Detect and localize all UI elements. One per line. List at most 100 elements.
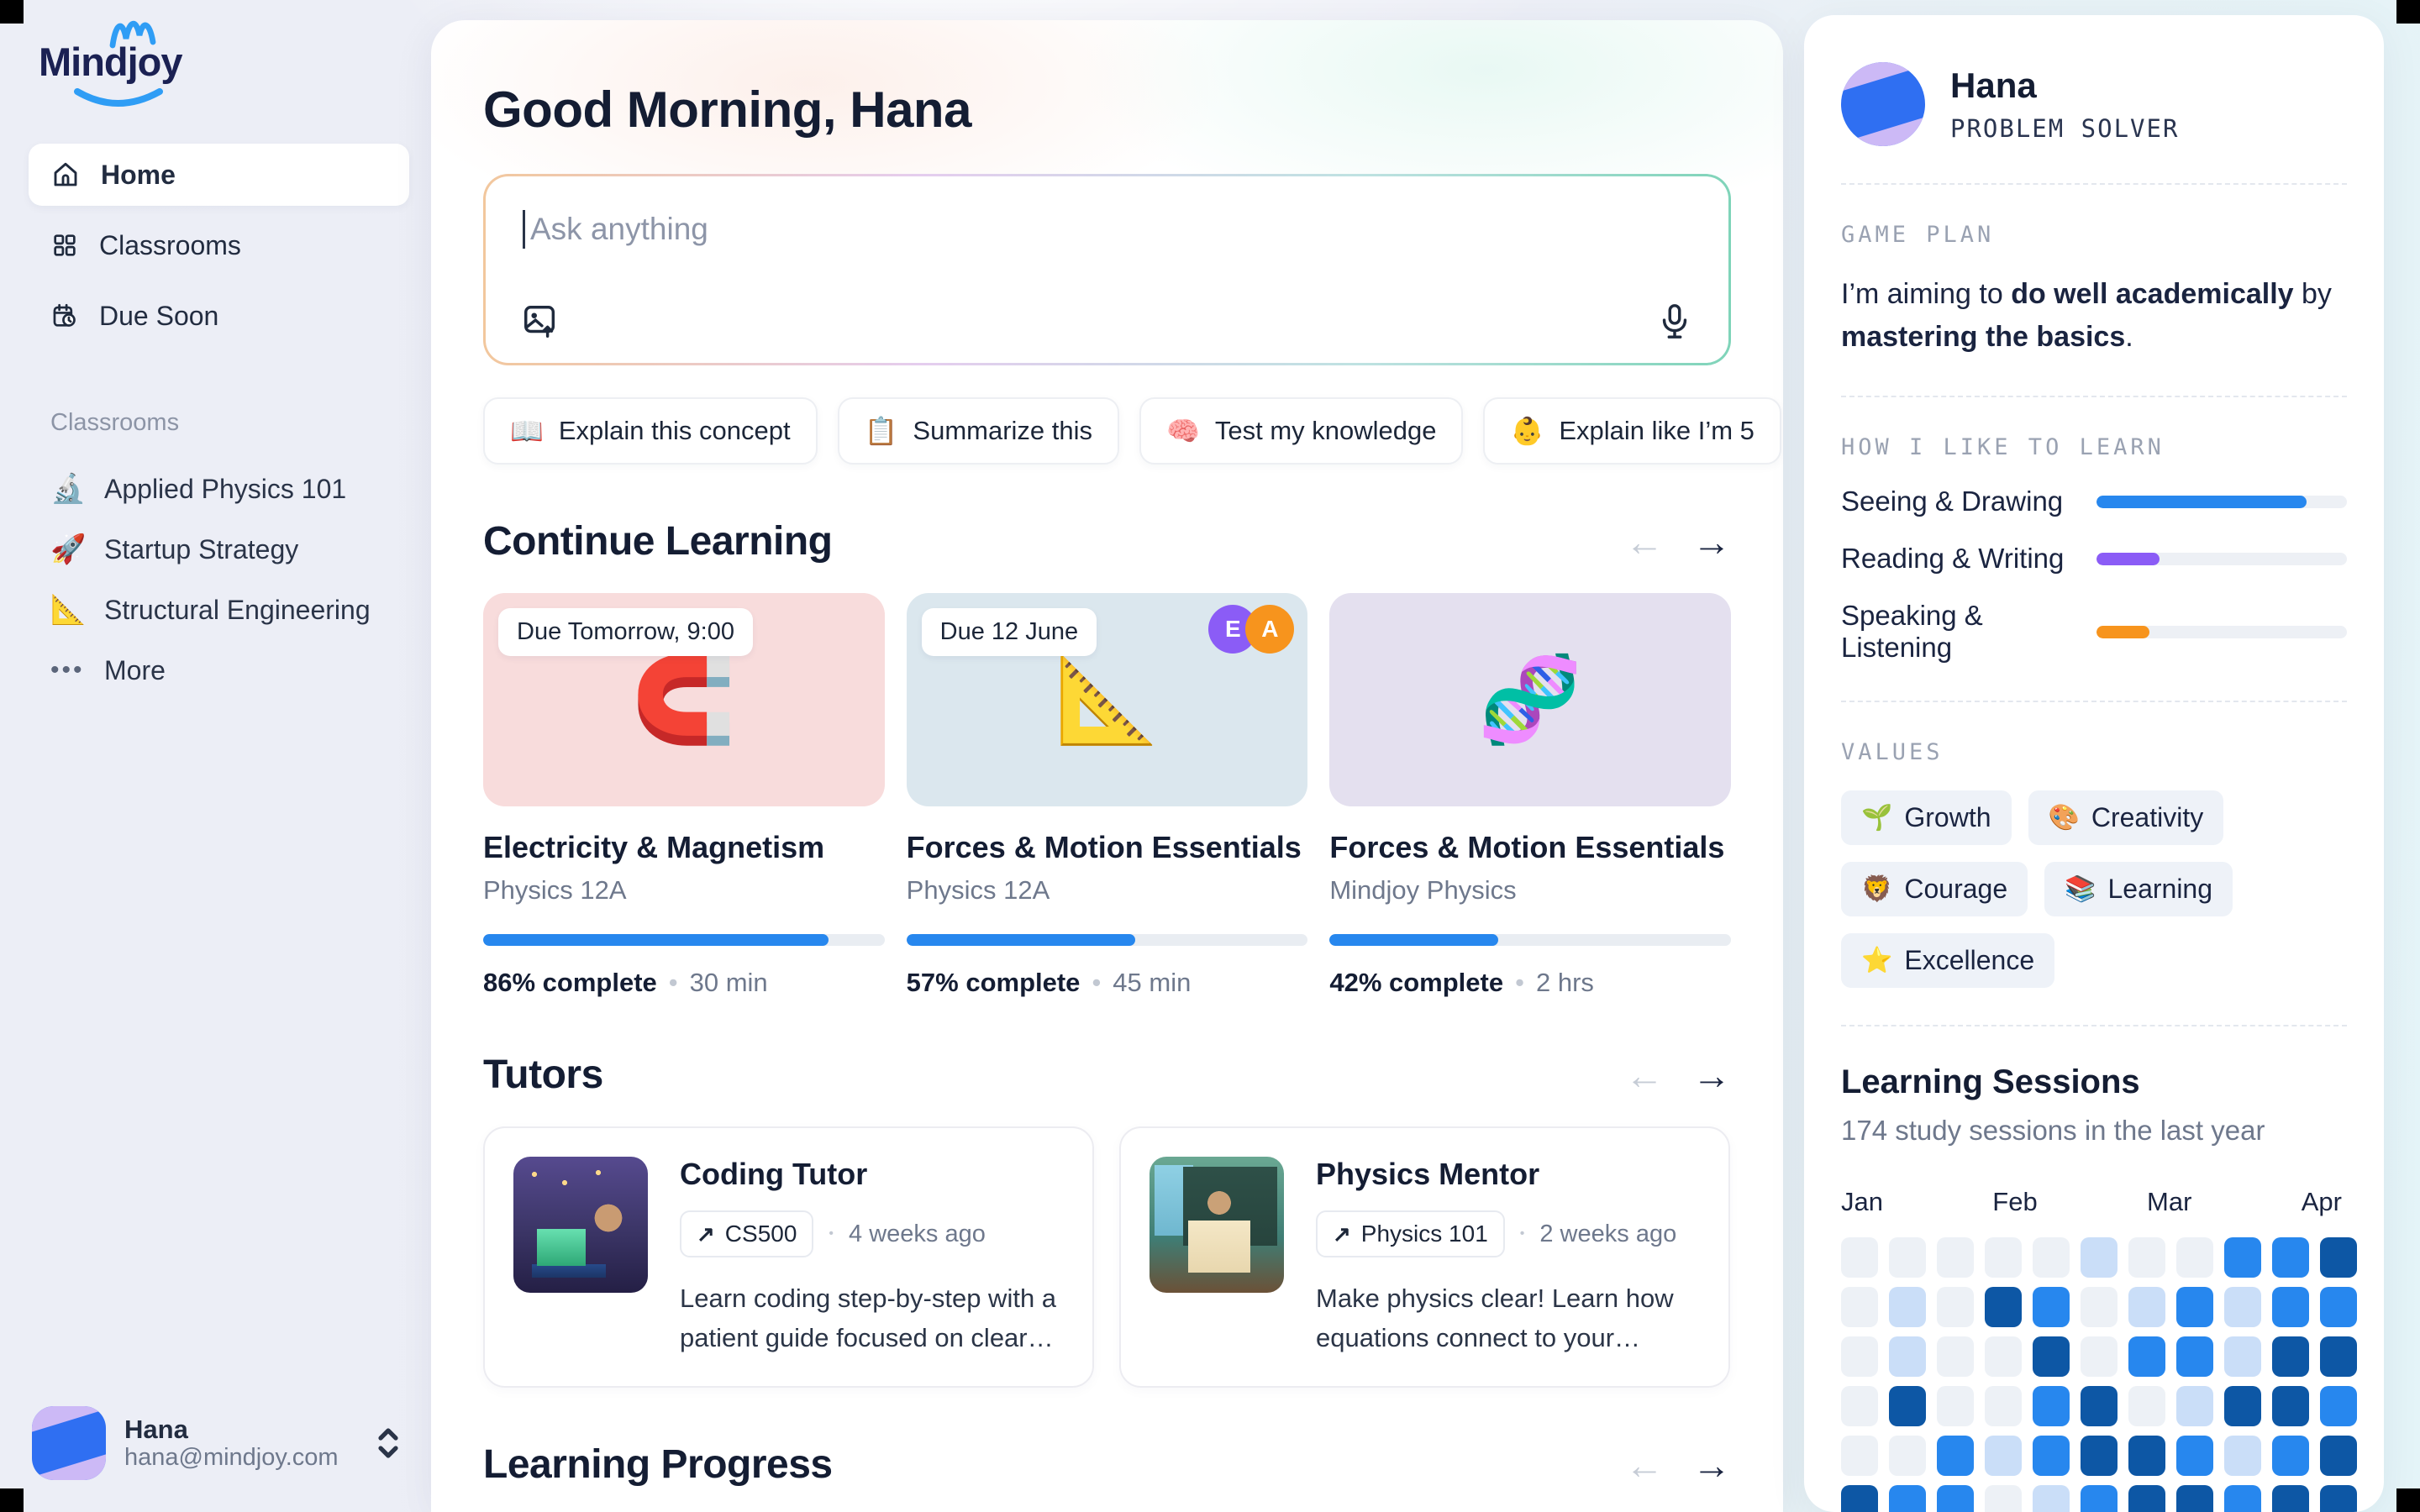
- heatmap-cell: [2081, 1237, 2118, 1278]
- quick-action-chip[interactable]: 🧠Test my knowledge: [1139, 397, 1463, 465]
- continue-learning-card[interactable]: 🧬Forces & Motion EssentialsMindjoy Physi…: [1329, 593, 1731, 998]
- classroom-label: Startup Strategy: [104, 534, 298, 565]
- voice-input-button[interactable]: [1656, 302, 1693, 341]
- quick-action-emoji-icon: 📖: [510, 415, 544, 447]
- heatmap-cell: [1889, 1336, 1926, 1377]
- heatmap-cell: [2320, 1386, 2357, 1426]
- grid-icon: [50, 231, 79, 260]
- lesson-emoji-icon: 🧲: [632, 651, 737, 749]
- heatmap-cell: [2272, 1386, 2309, 1426]
- heatmap-cell: [1841, 1237, 1878, 1278]
- sidebar-item-home[interactable]: Home: [29, 144, 409, 206]
- value-chips: 🌱Growth🎨Creativity🦁Courage📚Learning⭐Exce…: [1841, 790, 2347, 988]
- dot-separator: •: [1092, 968, 1101, 998]
- values-label: VALUES: [1841, 739, 2347, 765]
- screen-corner-artifact: [0, 0, 24, 24]
- tutor-card-body: Coding Tutor↗CS500•4 weeks agoLearn codi…: [680, 1157, 1064, 1357]
- ask-anything-input[interactable]: Ask anything: [483, 174, 1731, 365]
- more-label: More: [104, 655, 166, 686]
- screen-corner-artifact: [0, 1488, 24, 1512]
- heatmap-cell: [1841, 1287, 1878, 1327]
- value-emoji-icon: 🌱: [1861, 803, 1892, 832]
- lesson-artwork: Due Tomorrow, 9:00🧲: [483, 593, 885, 806]
- value-emoji-icon: 🦁: [1861, 874, 1892, 904]
- participant-avatar: A: [1245, 605, 1294, 654]
- continue-learning-header: Continue Learning ← →: [483, 518, 1731, 564]
- user-email: hana@mindjoy.com: [124, 1444, 355, 1472]
- heatmap-cell: [1889, 1386, 1926, 1426]
- tutor-meta: ↗CS500•4 weeks ago: [680, 1210, 1064, 1257]
- learning-progress-title: Learning Progress: [483, 1441, 833, 1488]
- classrooms-section-label: Classrooms: [50, 409, 409, 437]
- sidebar-item-classroom[interactable]: 📐Structural Engineering: [29, 580, 409, 640]
- month-label: Apr: [2302, 1187, 2342, 1217]
- scroll-right-button[interactable]: →: [1692, 1446, 1731, 1484]
- calendar-clock-icon: [50, 302, 79, 330]
- heatmap-cell: [1985, 1386, 2022, 1426]
- learn-style-bar-fill: [2096, 496, 2307, 508]
- course-tag-button[interactable]: ↗Physics 101: [1316, 1210, 1505, 1257]
- heatmap-cell: [2272, 1336, 2309, 1377]
- value-chip: ⭐Excellence: [1841, 933, 2054, 988]
- tutor-card[interactable]: Coding Tutor↗CS500•4 weeks agoLearn codi…: [483, 1126, 1094, 1388]
- user-account-switcher[interactable]: Hana hana@mindjoy.com: [22, 1398, 413, 1488]
- scroll-right-button[interactable]: →: [1692, 522, 1731, 561]
- chevron-up-down-icon: [374, 1425, 402, 1462]
- heatmap-cell: [2081, 1386, 2118, 1426]
- scroll-right-button[interactable]: →: [1692, 1056, 1731, 1095]
- learn-style-bar-fill: [2096, 626, 2149, 638]
- logo-smile-icon: [72, 88, 165, 110]
- course-tag-button[interactable]: ↗CS500: [680, 1210, 813, 1257]
- continue-learning-card[interactable]: Due 12 JuneEA📐Forces & Motion Essentials…: [907, 593, 1308, 998]
- text-caret: [523, 210, 525, 249]
- heatmap-cell: [1889, 1436, 1926, 1476]
- tutor-description: Make physics clear! Learn how equations …: [1316, 1279, 1700, 1357]
- dot-separator: •: [1515, 968, 1524, 998]
- sidebar-item-classroom[interactable]: 🔬Applied Physics 101: [29, 459, 409, 519]
- tutor-card-body: Physics Mentor↗Physics 101•2 weeks agoMa…: [1316, 1157, 1700, 1357]
- sidebar-item-more[interactable]: ••• More: [29, 640, 409, 701]
- quick-action-chip[interactable]: 👶Explain like I’m 5: [1483, 397, 1781, 465]
- classroom-emoji-icon: 🚀: [50, 533, 82, 566]
- heatmap-cell: [1937, 1287, 1974, 1327]
- heatmap-cell: [1937, 1237, 1974, 1278]
- scroll-left-button[interactable]: ←: [1625, 1446, 1664, 1484]
- divider: [1841, 701, 2347, 702]
- tutor-title: Physics Mentor: [1316, 1157, 1700, 1192]
- heatmap-cell: [2128, 1436, 2165, 1476]
- lesson-artwork: Due 12 JuneEA📐: [907, 593, 1308, 806]
- quick-action-chip[interactable]: 📖Explain this concept: [483, 397, 818, 465]
- profile-avatar: [1841, 62, 1925, 146]
- heatmap-cell: [1841, 1336, 1878, 1377]
- attach-image-button[interactable]: [521, 302, 560, 341]
- heatmap-month-labels: JanFebMarApr: [1841, 1187, 2342, 1217]
- sidebar-item-classrooms[interactable]: Classrooms: [29, 214, 409, 276]
- heatmap-cell: [2033, 1237, 2070, 1278]
- sidebar-item-classroom[interactable]: 🚀 Startup Strategy: [29, 519, 409, 580]
- image-upload-icon: [521, 302, 560, 341]
- game-plan-label: GAME PLAN: [1841, 222, 2347, 248]
- tutor-cards: Coding Tutor↗CS500•4 weeks agoLearn codi…: [483, 1126, 1731, 1388]
- value-chip: 🎨Creativity: [2028, 790, 2224, 845]
- scroll-left-button[interactable]: ←: [1625, 522, 1664, 561]
- value-emoji-icon: 📚: [2065, 874, 2096, 904]
- divider: [1841, 396, 2347, 397]
- heatmap-cell: [2128, 1237, 2165, 1278]
- learn-style-bar: [2096, 496, 2347, 508]
- heatmap-cell: [1937, 1386, 1974, 1426]
- scroll-left-button[interactable]: ←: [1625, 1056, 1664, 1095]
- tutor-description: Learn coding step-by-step with a patient…: [680, 1279, 1064, 1357]
- course-tag-label: Physics 101: [1361, 1221, 1488, 1247]
- screen-corner-artifact: [2396, 1488, 2420, 1512]
- dot-separator: •: [829, 1226, 834, 1242]
- continue-learning-card[interactable]: Due Tomorrow, 9:00🧲Electricity & Magneti…: [483, 593, 885, 998]
- heatmap-cell: [1985, 1436, 2022, 1476]
- sidebar-item-due-soon[interactable]: Due Soon: [29, 285, 409, 347]
- quick-action-chip[interactable]: 📋Summarize this: [838, 397, 1119, 465]
- heatmap-cell: [2128, 1336, 2165, 1377]
- tutors-header: Tutors ← →: [483, 1052, 1731, 1098]
- learn-style-row: Reading & Writing: [1841, 543, 2347, 575]
- tutor-card[interactable]: Physics Mentor↗Physics 101•2 weeks agoMa…: [1119, 1126, 1730, 1388]
- classroom-label: Structural Engineering: [104, 595, 371, 626]
- home-icon: [50, 160, 81, 190]
